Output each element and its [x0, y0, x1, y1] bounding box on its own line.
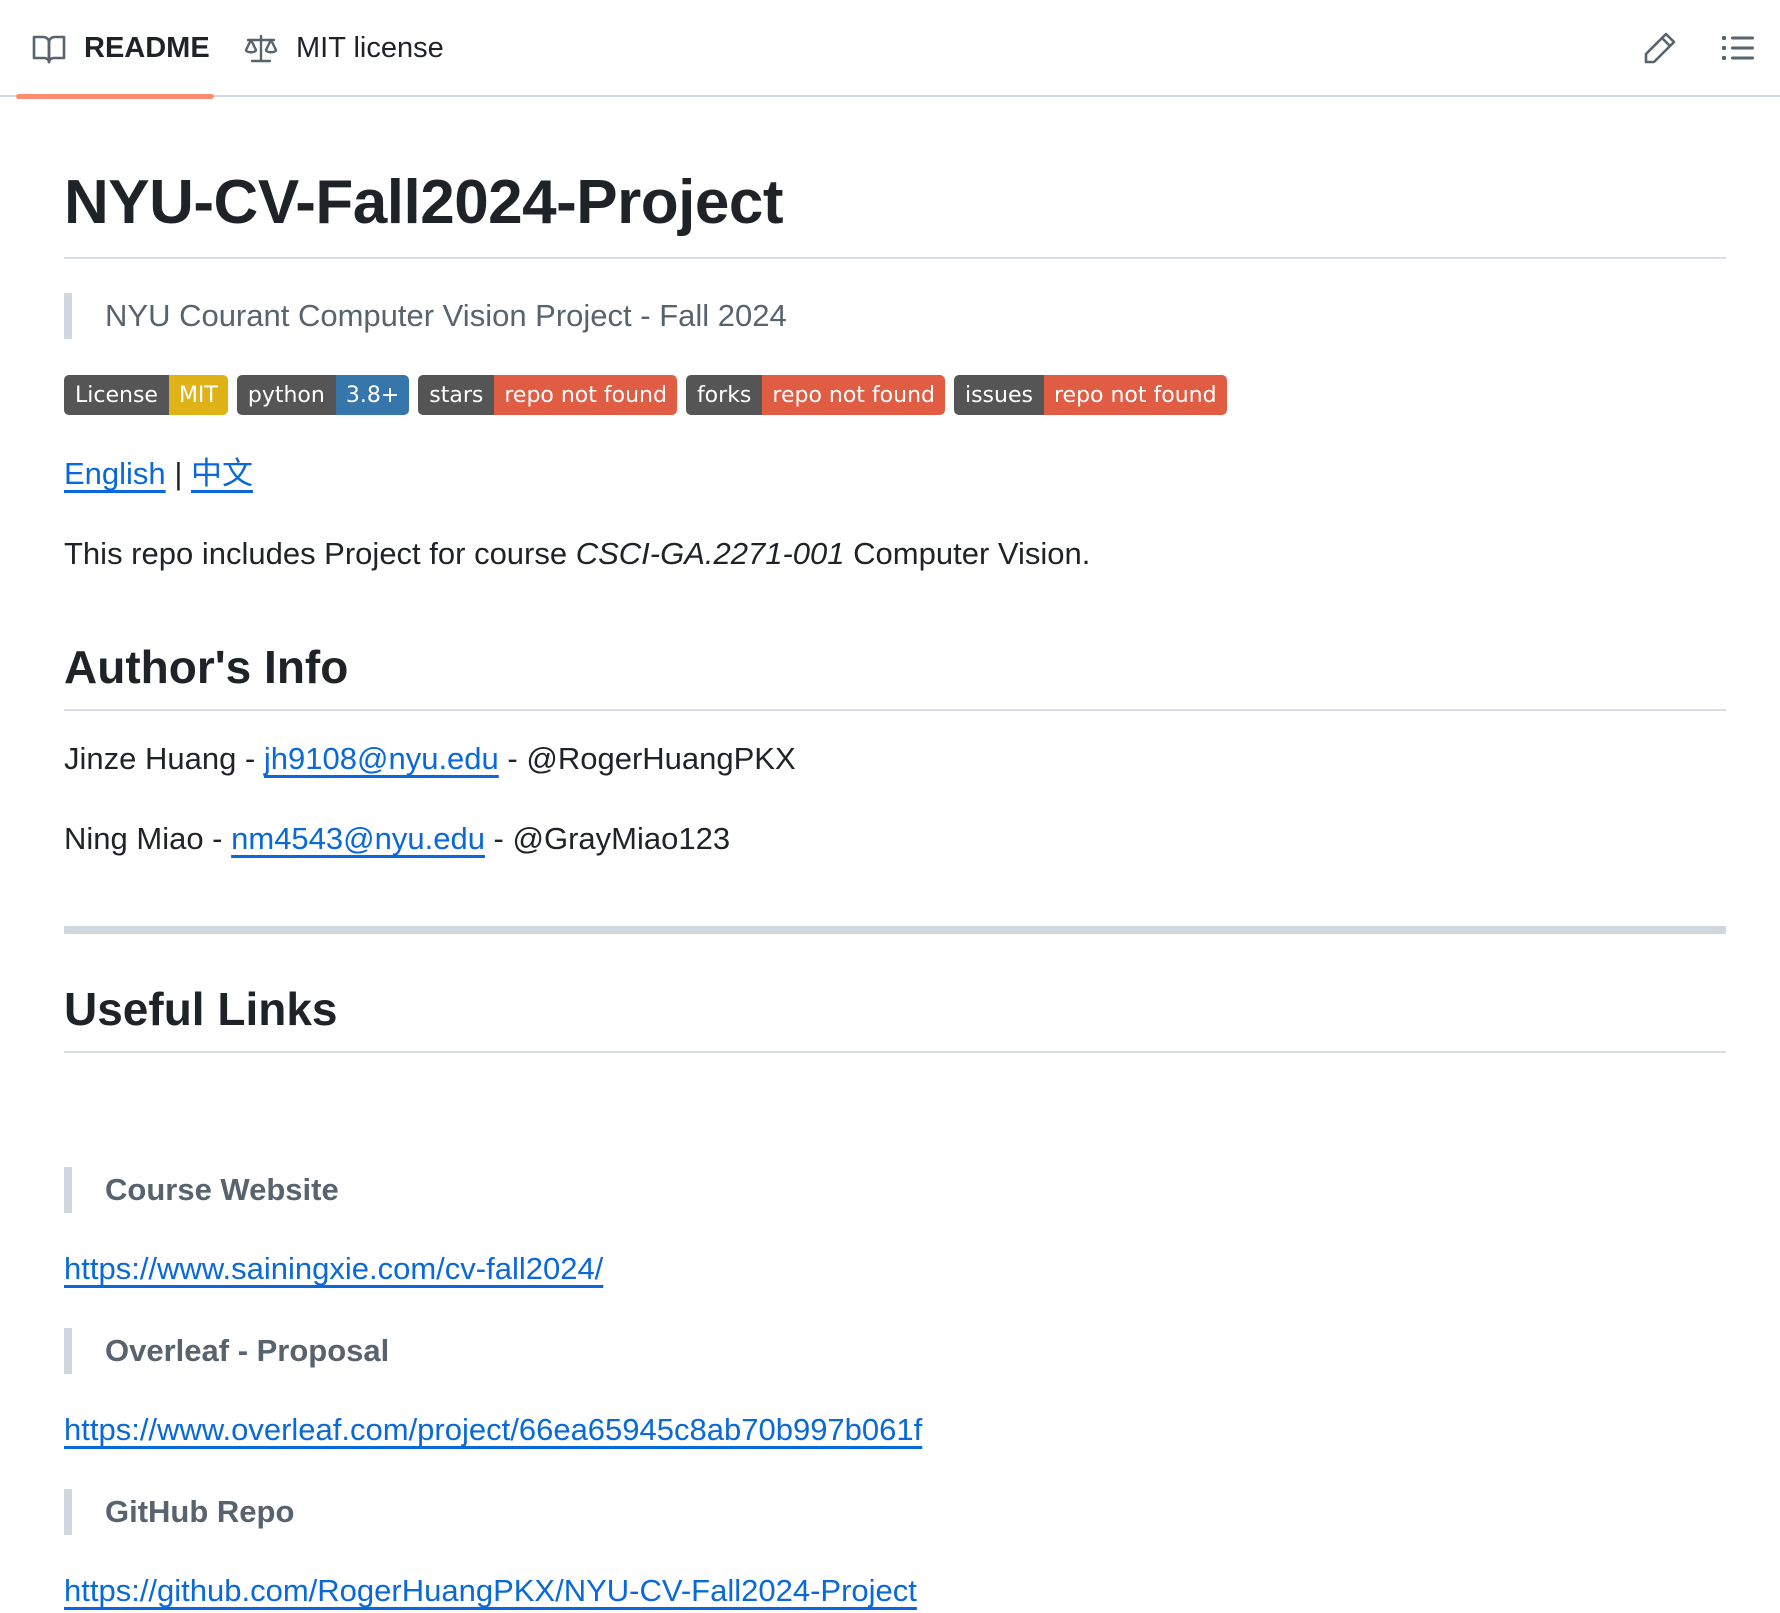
license-badge-value: MIT — [168, 375, 228, 415]
chinese-link[interactable]: 中文 — [191, 456, 253, 491]
language-separator: | — [174, 456, 183, 491]
pencil-icon — [1640, 32, 1680, 72]
link-paragraph: https://www.sainingxie.com/cv-fall2024/ — [64, 1247, 603, 1291]
author-line: Jinze Huang - jh9108@nyu.edu - @RogerHua… — [64, 741, 796, 776]
author-email-link[interactable]: nm4543@nyu.edu — [231, 821, 485, 856]
issues-badge[interactable]: issues repo not found — [953, 375, 1227, 415]
link-title-quote: Overleaf - Proposal — [64, 1328, 389, 1374]
useful-links-heading: Useful Links — [64, 979, 1726, 1053]
readme-title: NYU-CV-Fall2024-Project — [64, 163, 1726, 259]
course-website-link[interactable]: https://www.sainingxie.com/cv-fall2024/ — [64, 1251, 603, 1286]
readme-tab-bar: README MIT license — [0, 0, 1780, 99]
edit-button[interactable] — [1640, 28, 1680, 68]
stars-badge[interactable]: stars repo not found — [418, 375, 677, 415]
issues-badge-value: repo not found — [1043, 375, 1227, 415]
tab-license[interactable]: MIT license — [244, 0, 444, 97]
forks-badge-value: repo not found — [762, 375, 945, 415]
horizontal-rule — [64, 926, 1726, 934]
stars-badge-value: repo not found — [494, 375, 677, 415]
github-repo-link[interactable]: https://github.com/RogerHuangPKX/NYU-CV-… — [64, 1573, 917, 1608]
license-badge[interactable]: License MIT — [64, 375, 228, 415]
tab-license-label: MIT license — [296, 32, 444, 64]
language-switch: English | 中文 — [64, 452, 253, 496]
scale-icon — [244, 34, 278, 64]
english-link[interactable]: English — [64, 456, 166, 491]
outline-button[interactable] — [1718, 28, 1758, 68]
python-badge-value: 3.8+ — [335, 375, 410, 415]
course-code: CSCI-GA.2271-001 — [575, 536, 845, 571]
list-icon — [1718, 36, 1758, 72]
link-title-quote: GitHub Repo — [64, 1489, 294, 1535]
author-email-link[interactable]: jh9108@nyu.edu — [264, 741, 499, 776]
book-icon — [32, 34, 66, 64]
link-title-quote: Course Website — [64, 1167, 339, 1213]
link-paragraph: https://www.overleaf.com/project/66ea659… — [64, 1408, 922, 1452]
tab-readme[interactable]: README — [16, 0, 214, 99]
intro-paragraph: This repo includes Project for course CS… — [64, 536, 1091, 571]
badge-row: License MIT python 3.8+ stars repo not f… — [64, 375, 1227, 415]
link-paragraph: https://github.com/RogerHuangPKX/NYU-CV-… — [64, 1569, 917, 1613]
subtitle-quote: NYU Courant Computer Vision Project - Fa… — [64, 293, 787, 339]
overleaf-link[interactable]: https://www.overleaf.com/project/66ea659… — [64, 1412, 922, 1447]
forks-badge[interactable]: forks repo not found — [685, 375, 945, 415]
python-badge[interactable]: python 3.8+ — [236, 375, 410, 415]
authors-heading: Author's Info — [64, 637, 1726, 711]
author-line: Ning Miao - nm4543@nyu.edu - @GrayMiao12… — [64, 821, 731, 856]
tab-readme-label: README — [84, 32, 210, 64]
